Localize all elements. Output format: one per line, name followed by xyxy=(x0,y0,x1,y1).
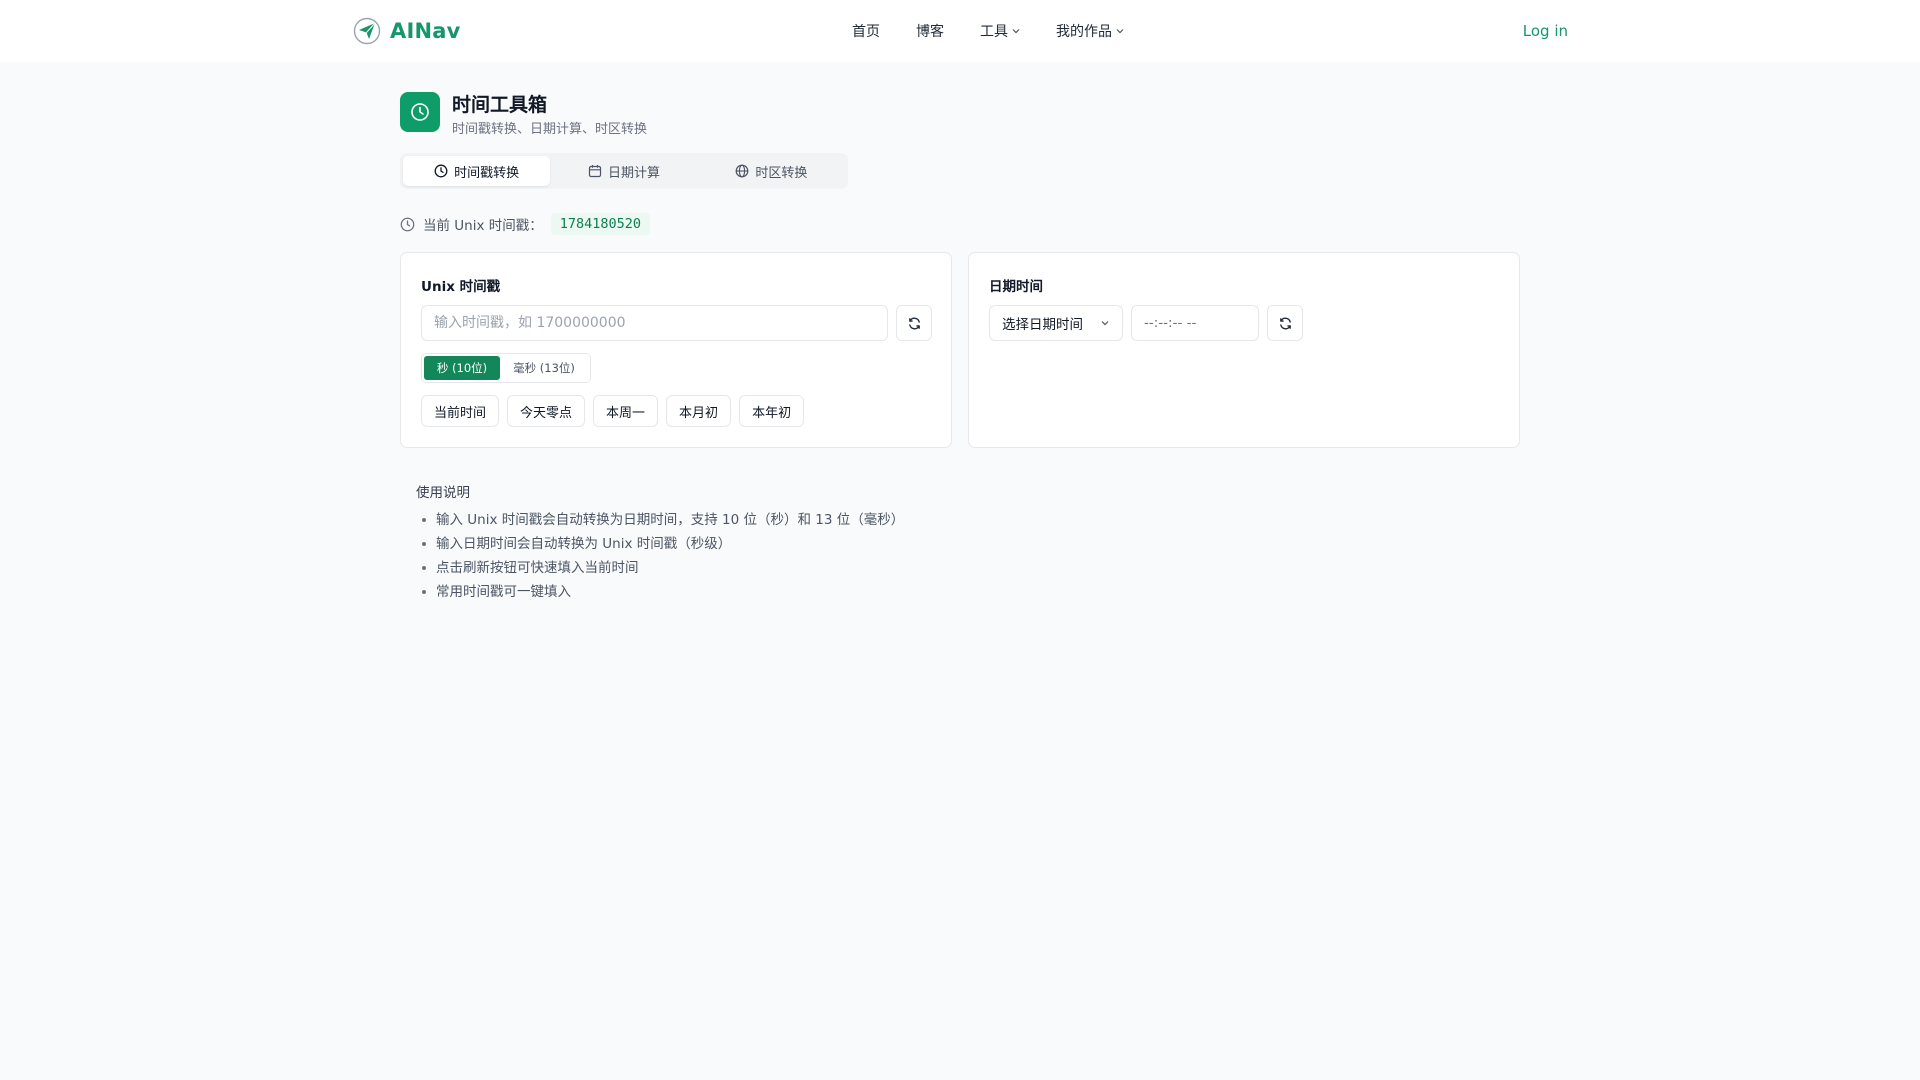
chevron-down-icon xyxy=(1116,29,1124,34)
top-header: AINav 首页 博客 工具 我的作品 Log in xyxy=(0,0,1920,62)
nav-tools-label: 工具 xyxy=(980,24,1008,40)
date-picker-label: 选择日期时间 xyxy=(1002,317,1083,333)
nav-home-label: 首页 xyxy=(852,24,880,40)
usage-item: 常用时间戳可一键填入 xyxy=(421,580,904,604)
chevron-down-icon xyxy=(1101,321,1109,326)
timestamp-input[interactable] xyxy=(421,305,888,341)
unit-toggle: 秒 (10位) 毫秒 (13位) xyxy=(421,353,591,383)
datetime-card-title: 日期时间 xyxy=(989,279,1043,295)
page-icon xyxy=(400,92,440,132)
unit-milliseconds[interactable]: 毫秒 (13位) xyxy=(500,356,588,380)
current-timestamp-label: 当前 Unix 时间戳： xyxy=(423,218,543,234)
refresh-icon xyxy=(1279,317,1291,329)
brand-logo[interactable]: AINav xyxy=(353,17,461,45)
tab-timestamp-label: 时间戳转换 xyxy=(454,165,520,181)
nav-blog[interactable]: 博客 xyxy=(916,21,944,41)
quick-today-midnight-button[interactable]: 今天零点 xyxy=(507,395,586,427)
usage-title: 使用说明 xyxy=(416,485,470,501)
chevron-down-icon xyxy=(1012,29,1020,34)
usage-item: 输入日期时间会自动转换为 Unix 时间戳（秒级） xyxy=(421,532,904,556)
quick-this-monday-button[interactable]: 本周一 xyxy=(593,395,659,427)
login-link[interactable]: Log in xyxy=(1523,22,1568,40)
tab-timezone-label: 时区转换 xyxy=(755,165,808,181)
quick-month-start-button[interactable]: 本月初 xyxy=(666,395,732,427)
clock-icon xyxy=(411,103,429,121)
paper-plane-icon xyxy=(353,17,381,45)
nav-tools[interactable]: 工具 xyxy=(980,21,1020,41)
current-timestamp-value[interactable]: 1784180520 xyxy=(550,213,651,235)
refresh-timestamp-button[interactable] xyxy=(896,305,932,341)
nav-my-works-label: 我的作品 xyxy=(1056,24,1112,40)
page-subtitle: 时间戳转换、日期计算、时区转换 xyxy=(452,122,648,137)
clock-icon xyxy=(434,164,448,178)
datetime-card: 日期时间 选择日期时间 --:--:-- -- xyxy=(968,252,1520,448)
calendar-icon xyxy=(588,165,602,178)
tab-date-calc-label: 日期计算 xyxy=(607,165,660,181)
unix-card-title: Unix 时间戳 xyxy=(421,279,501,295)
tab-timestamp[interactable]: 时间戳转换 xyxy=(403,156,551,186)
main-nav: 首页 博客 工具 我的作品 xyxy=(852,0,1124,62)
nav-my-works[interactable]: 我的作品 xyxy=(1056,21,1124,41)
tab-timezone[interactable]: 时区转换 xyxy=(698,156,845,186)
quick-now-button[interactable]: 当前时间 xyxy=(421,395,500,427)
unix-timestamp-card: Unix 时间戳 秒 (10位) 毫秒 (13位) 当前时间 今天零点 本周一 … xyxy=(400,252,952,448)
tool-tabs: 时间戳转换 日期计算 时区转换 xyxy=(400,153,848,189)
usage-item: 点击刷新按钮可快速填入当前时间 xyxy=(421,556,904,580)
page-title: 时间工具箱 xyxy=(452,94,548,116)
refresh-icon xyxy=(908,317,920,329)
globe-icon xyxy=(735,164,749,178)
brand-name: AINav xyxy=(390,19,461,43)
nav-home[interactable]: 首页 xyxy=(852,21,880,41)
quick-fill-buttons: 当前时间 今天零点 本周一 本月初 本年初 xyxy=(421,395,805,427)
nav-blog-label: 博客 xyxy=(916,24,944,40)
date-picker-select[interactable]: 选择日期时间 xyxy=(989,305,1123,341)
time-input[interactable]: --:--:-- -- xyxy=(1131,305,1259,341)
unit-seconds[interactable]: 秒 (10位) xyxy=(424,356,500,380)
usage-item: 输入 Unix 时间戳会自动转换为日期时间，支持 10 位（秒）和 13 位（毫… xyxy=(421,508,904,532)
tab-date-calc[interactable]: 日期计算 xyxy=(550,156,697,186)
usage-list: 输入 Unix 时间戳会自动转换为日期时间，支持 10 位（秒）和 13 位（毫… xyxy=(421,508,904,604)
current-timestamp-row: 当前 Unix 时间戳： 1784180520 xyxy=(400,212,651,236)
quick-year-start-button[interactable]: 本年初 xyxy=(739,395,805,427)
clock-icon xyxy=(400,217,415,231)
refresh-datetime-button[interactable] xyxy=(1267,305,1303,341)
